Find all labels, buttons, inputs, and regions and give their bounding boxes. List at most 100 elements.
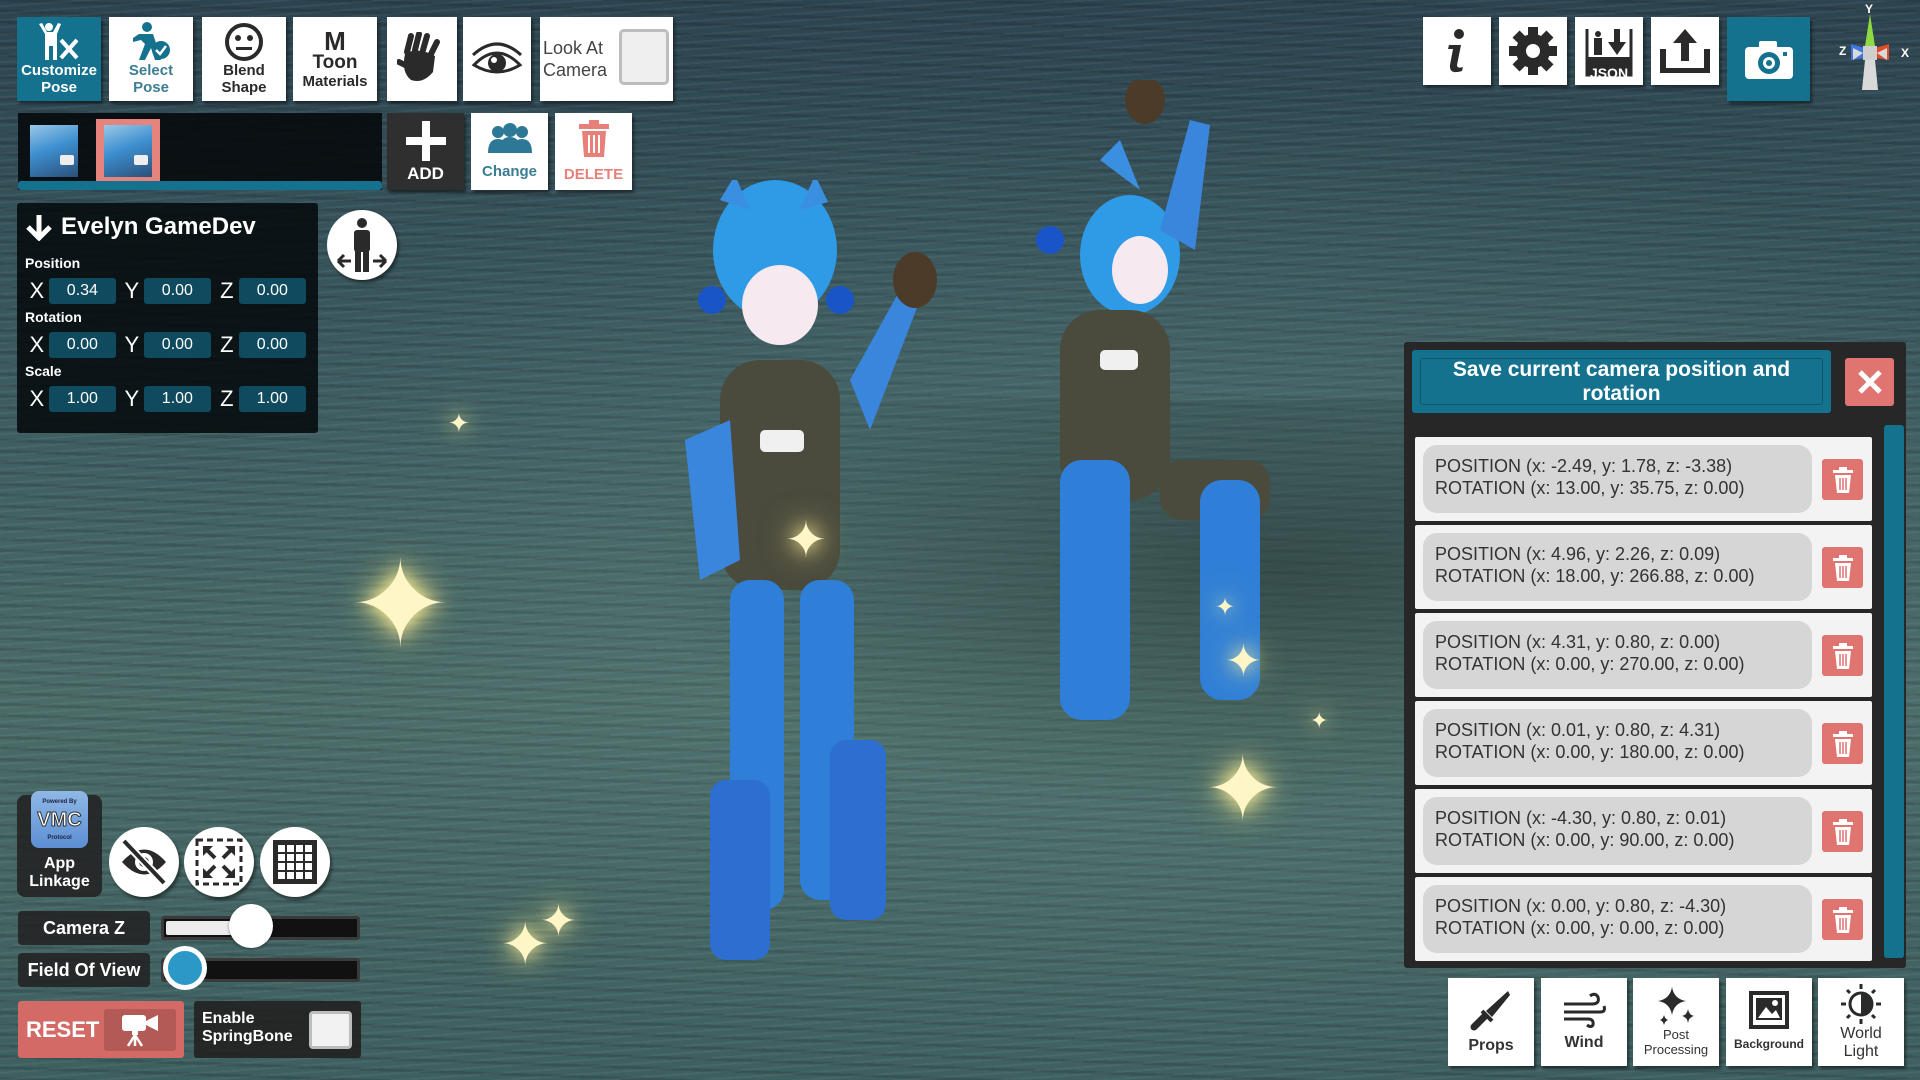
camera-z-slider[interactable] [161,904,360,948]
field-of-view-text: Field Of View [27,959,141,980]
reset-label: RESET [26,1016,100,1042]
avatar-model-2[interactable] [1020,80,1340,720]
customize-pose-button[interactable]: Customize Pose [17,17,101,101]
trash-icon [1832,554,1854,581]
mtoon-materials-button[interactable]: M Toon Materials [293,17,377,101]
rotation-y-field[interactable]: 0.00 [143,332,211,358]
eye-control-button[interactable] [463,17,531,101]
load-camera-position-button[interactable]: POSITION (x: 0.01, y: 0.80, z: 4.31) ROT… [1423,709,1812,777]
camera-position-item: POSITION (x: 4.31, y: 0.80, z: 0.00) ROT… [1415,613,1872,697]
close-panel-button[interactable] [1845,358,1894,406]
delete-camera-position-button[interactable] [1822,459,1863,500]
hand-pose-button[interactable] [387,17,457,101]
props-button[interactable]: Props [1448,978,1534,1066]
load-camera-position-button[interactable]: POSITION (x: 0.00, y: 0.80, z: -4.30) RO… [1423,885,1812,953]
rotation-x-field[interactable]: 0.00 [48,332,116,358]
gizmo-z-label: Z [1839,44,1847,58]
position-y-field[interactable]: 0.00 [143,278,211,304]
hide-ui-button[interactable] [109,827,179,897]
settings-button[interactable] [1499,17,1567,85]
app-linkage-label-1: App [43,855,76,872]
character-list [18,113,382,190]
info-button[interactable] [1423,17,1491,85]
save-camera-position-button[interactable]: Save current camera position and rotatio… [1412,350,1831,413]
app-linkage-label: App Linkage [17,855,102,891]
camera-icon [1743,39,1795,79]
image-icon [1749,991,1789,1029]
axis-gizmo[interactable]: Y Z X [1825,2,1915,94]
camera-rotation-text: ROTATION (x: 0.00, y: 270.00, z: 0.00) [1435,654,1745,674]
neutral-face-icon [224,22,264,62]
avatar-model-1[interactable] [600,180,980,1020]
blend-shape-button[interactable]: Blend Shape [202,17,286,101]
fullscreen-button[interactable] [184,827,254,897]
gizmo-y-label: Y [1865,2,1874,16]
field-of-view-slider[interactable] [161,946,360,990]
trash-icon [1832,730,1854,757]
camera-position-item: POSITION (x: 4.96, y: 2.26, z: 0.09) ROT… [1415,525,1872,609]
camera-z-handle[interactable] [229,904,273,948]
sparkle-effect: ✦ [1215,594,1236,621]
look-at-camera-toggle[interactable]: Look At Camera [540,17,673,101]
load-camera-position-button[interactable]: POSITION (x: -2.49, y: 1.78, z: -3.38) R… [1423,445,1812,513]
screenshot-button[interactable] [1727,17,1810,101]
load-camera-position-button[interactable]: POSITION (x: 4.31, y: 0.80, z: 0.00) ROT… [1423,621,1812,689]
upload-button[interactable] [1651,17,1719,85]
camera-list-scrollbar[interactable] [1884,425,1904,958]
camera-position-list: POSITION (x: -2.49, y: 1.78, z: -3.38) R… [1415,437,1872,965]
background-button[interactable]: Background [1726,978,1812,1066]
select-pose-button[interactable]: Select Pose [109,17,193,101]
character-thumbnail-selected[interactable] [96,119,160,183]
delete-camera-position-button[interactable] [1822,811,1863,852]
sparkle-effect: ✦ [540,897,577,946]
axis-z-label: Z [220,332,234,357]
customize-pose-label-1: Customize [21,62,97,79]
camera-z-text: Camera Z [42,917,126,938]
model-title: Evelyn GameDev [25,209,310,245]
add-character-button[interactable]: ADD [387,113,464,190]
delete-camera-position-button[interactable] [1822,723,1863,764]
rotation-row: X 0.00 Y 0.00 Z 0.00 [25,331,310,359]
delete-camera-position-button[interactable] [1822,635,1863,676]
app-linkage-button[interactable]: Powered By VMC Protocol App Linkage [17,791,102,897]
brightness-icon [1840,983,1882,1025]
move-model-button[interactable] [327,210,397,280]
grid-toggle-button[interactable] [260,827,330,897]
knife-icon [1470,989,1512,1031]
load-camera-position-button[interactable]: POSITION (x: -4.30, y: 0.80, z: 0.01) RO… [1423,797,1812,865]
position-z-field[interactable]: 0.00 [238,278,306,304]
trash-icon [1832,818,1854,845]
springbone-checkbox[interactable] [309,1011,352,1049]
wind-button[interactable]: Wind [1541,978,1627,1066]
arrow-down-icon[interactable] [25,213,53,241]
video-camera-icon [120,1013,160,1047]
look-at-camera-checkbox[interactable] [619,29,669,85]
position-x-field[interactable]: 0.34 [48,278,116,304]
load-camera-position-button[interactable]: POSITION (x: 4.96, y: 2.26, z: 0.09) ROT… [1423,533,1812,601]
delete-camera-position-button[interactable] [1822,547,1863,588]
scale-z-field[interactable]: 1.00 [238,386,306,412]
character-list-scrollbar[interactable] [18,181,382,190]
character-thumbnail[interactable] [22,119,86,183]
person-move-icon [336,217,388,273]
mtoon-m-glyph: M [324,25,346,56]
wind-label: Wind [1564,1034,1604,1051]
select-pose-label-2: Pose [133,79,169,96]
post-processing-label-2: Processing [1643,1042,1709,1057]
delete-camera-position-button[interactable] [1822,899,1863,940]
vmc-protocol-logo: Powered By VMC Protocol [31,791,88,848]
trash-icon [1832,466,1854,493]
world-light-button[interactable]: World Light [1818,978,1904,1066]
axis-y-label: Y [124,278,140,303]
change-character-button[interactable]: Change [471,113,548,190]
reset-camera-icon-box [104,1009,176,1051]
rotation-z-field[interactable]: 0.00 [238,332,306,358]
plus-icon [405,121,446,161]
scale-x-field[interactable]: 1.00 [48,386,116,412]
reset-camera-button[interactable]: RESET [18,1001,184,1058]
export-json-button[interactable]: JSON [1575,17,1643,85]
delete-character-button[interactable]: DELETE [555,113,632,190]
field-of-view-handle[interactable] [163,946,207,990]
scale-y-field[interactable]: 1.00 [143,386,211,412]
post-processing-button[interactable]: Post Processing [1633,978,1719,1066]
